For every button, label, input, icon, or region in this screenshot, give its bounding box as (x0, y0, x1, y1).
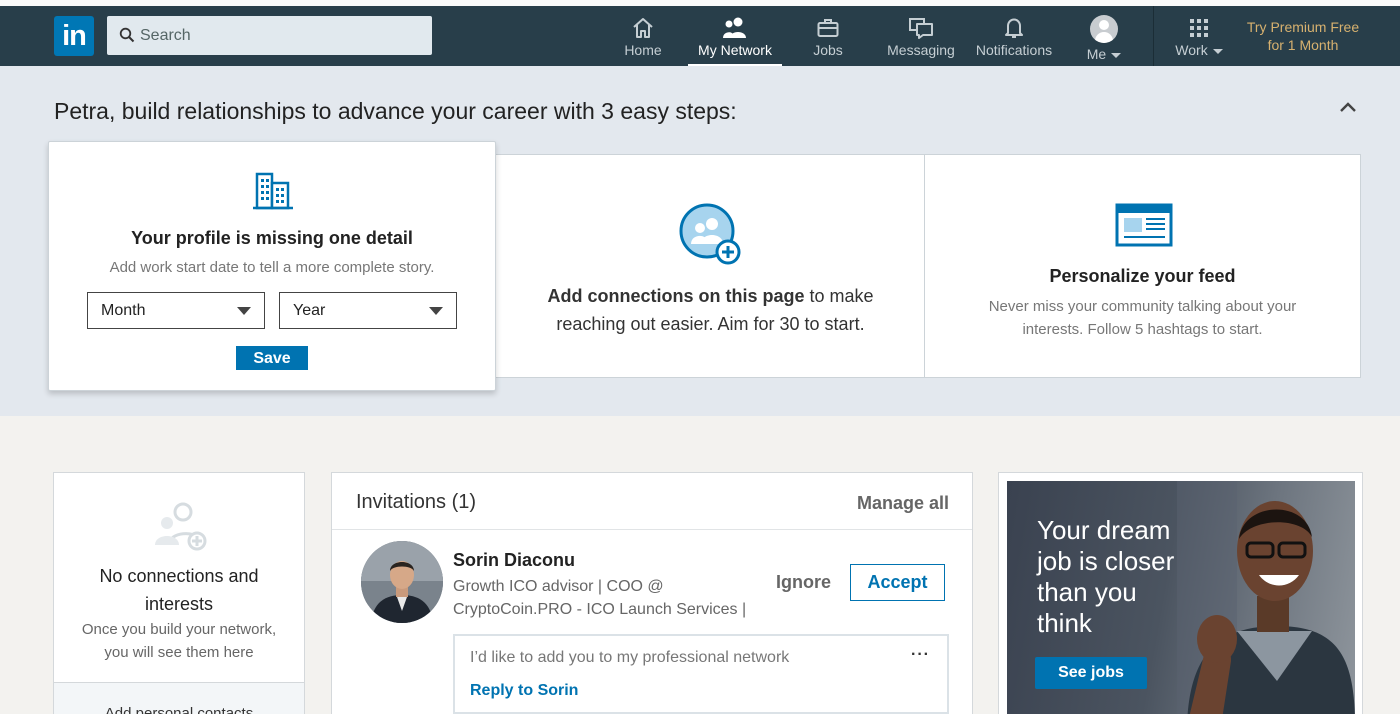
ad-line-1: Your dream (1037, 515, 1171, 545)
nav-me[interactable]: Me (1080, 6, 1128, 66)
profile-card-heading: Your profile is missing one detail (131, 228, 413, 248)
nav-home[interactable]: Home (620, 6, 666, 66)
no-connections-line2: interests (144, 594, 214, 614)
month-select[interactable]: Month (87, 292, 265, 329)
onboarding-hero: Petra, build relationships to advance yo… (0, 66, 1400, 416)
nav-jobs-label: Jobs (813, 42, 843, 58)
people-icon (723, 17, 746, 38)
global-nav: in Home My Network Jobs Messaging Notifi… (0, 6, 1400, 66)
chevron-up-icon[interactable] (1338, 100, 1358, 114)
inviter-headline-1: Growth ICO advisor | COO @ (453, 578, 664, 595)
personalize-line2: interests. Follow 5 hashtags to start. (1022, 321, 1263, 338)
profile-card-subtext: Add work start date to tell a more compl… (109, 259, 435, 276)
nav-home-label: Home (624, 42, 662, 58)
see-jobs-button[interactable]: See jobs (1035, 657, 1147, 689)
chevron-down-icon (1111, 52, 1122, 58)
reply-button[interactable]: Reply to Sorin (470, 682, 578, 700)
search-icon (119, 27, 135, 43)
ad-line-3: than you (1037, 577, 1137, 607)
invitation-message: I’d like to add you to my professional n… (453, 634, 949, 714)
nav-my-network[interactable]: My Network (688, 6, 782, 66)
ad-panel: Your dream job is closer than you think … (998, 472, 1363, 714)
home-icon (633, 18, 653, 38)
invitation-avatar[interactable] (361, 541, 443, 623)
inviter-headline-2: CryptoCoin.PRO - ICO Launch Services | (453, 601, 747, 618)
search-input[interactable] (140, 16, 420, 55)
grid-icon (1190, 19, 1208, 37)
invitations-header: Invitations (1) Manage all (332, 473, 972, 530)
add-connections-line2: reaching out easier. Aim for 30 to start… (556, 314, 865, 334)
add-connection-icon (679, 203, 741, 265)
premium-link[interactable]: Try Premium Free for 1 Month (1240, 18, 1366, 54)
connections-panel: No connections and interests Once you bu… (53, 472, 305, 714)
profile-detail-card: Your profile is missing one detail Add w… (48, 141, 496, 391)
building-icon (253, 172, 293, 210)
month-select-value: Month (101, 302, 146, 319)
nav-messaging[interactable]: Messaging (886, 6, 956, 66)
invitations-panel: Invitations (1) Manage all Sorin Diaconu… (331, 472, 973, 714)
bell-icon (1005, 18, 1023, 38)
personalize-heading: Personalize your feed (1049, 266, 1236, 286)
no-connections-sub2: you will see them here (104, 644, 254, 661)
save-button[interactable]: Save (236, 346, 308, 370)
add-connections-card: Add connections on this page to make rea… (495, 154, 925, 378)
nav-me-label: Me (1086, 46, 1107, 62)
dropdown-arrow-icon (429, 307, 443, 315)
ad-line-2: job is closer (1037, 546, 1175, 576)
nav-jobs[interactable]: Jobs (810, 6, 846, 66)
year-select-value: Year (293, 302, 326, 319)
add-connections-rest: to make (804, 286, 874, 306)
nav-work[interactable]: Work (1170, 6, 1228, 66)
dropdown-arrow-icon (237, 307, 251, 315)
inviter-name[interactable]: Sorin Diaconu (453, 550, 575, 571)
premium-line-1: Try Premium Free (1246, 19, 1360, 35)
chat-icon (909, 18, 933, 39)
search-bar[interactable] (107, 16, 432, 55)
personalize-feed-card: Personalize your feed Never miss your co… (924, 154, 1361, 378)
hero-title: Petra, build relationships to advance yo… (54, 98, 737, 124)
nav-work-label: Work (1175, 42, 1208, 58)
add-connections-bold: Add connections on this page (547, 286, 805, 306)
nav-divider (1153, 6, 1154, 66)
invitation-message-text: I’d like to add you to my professional n… (470, 649, 790, 666)
premium-line-2: for 1 Month (1267, 37, 1339, 53)
year-select[interactable]: Year (279, 292, 457, 329)
ad-line-4: think (1037, 608, 1092, 638)
no-connections-sub1: Once you build your network, (81, 621, 277, 638)
nav-notifications[interactable]: Notifications (972, 6, 1056, 66)
nav-notifications-label: Notifications (975, 42, 1053, 58)
add-personal-contacts-link[interactable]: Add personal contacts (54, 682, 304, 714)
manage-all-link[interactable]: Manage all (857, 493, 949, 514)
briefcase-icon (817, 19, 839, 37)
linkedin-logo[interactable]: in (54, 16, 94, 56)
ad-banner[interactable]: Your dream job is closer than you think … (1007, 481, 1355, 714)
nav-my-network-label: My Network (698, 42, 772, 58)
personalize-line1: Never miss your community talking about … (988, 298, 1297, 315)
ignore-button[interactable]: Ignore (776, 572, 831, 593)
person-photo-icon (361, 541, 443, 623)
nav-messaging-label: Messaging (887, 42, 955, 58)
avatar (1090, 15, 1118, 43)
no-connections-line1: No connections and (99, 566, 259, 586)
add-person-icon (155, 502, 207, 551)
accept-button[interactable]: Accept (850, 564, 945, 601)
chevron-down-icon (1212, 48, 1223, 54)
newspaper-icon (1115, 203, 1173, 247)
more-options-icon[interactable]: ··· (911, 646, 930, 664)
invitations-title: Invitations (1) (356, 491, 477, 513)
